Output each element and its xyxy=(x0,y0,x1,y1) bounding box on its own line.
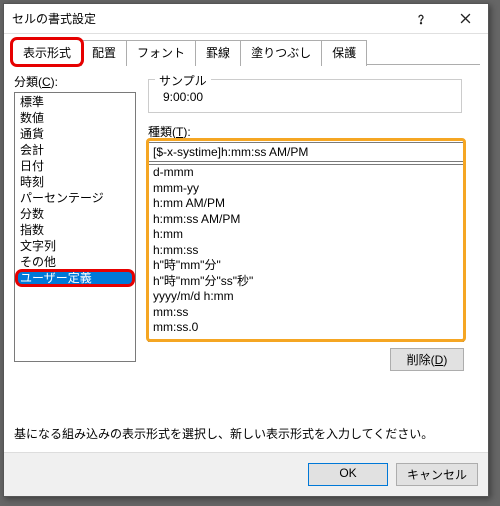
list-item[interactable]: h:mm AM/PM xyxy=(149,196,463,212)
format-cells-dialog: セルの書式設定 表示形式 配置 フォント 罫線 塗りつぶし 保護 分類(C): … xyxy=(3,3,489,497)
ok-button[interactable]: OK xyxy=(308,463,388,486)
list-item[interactable]: 数値 xyxy=(16,110,134,126)
list-item[interactable]: 分数 xyxy=(16,206,134,222)
sample-label: サンプル xyxy=(155,72,211,89)
list-item[interactable]: 時刻 xyxy=(16,174,134,190)
list-item[interactable]: パーセンテージ xyxy=(16,190,134,206)
tab-number-format[interactable]: 表示形式 xyxy=(12,39,82,65)
cancel-button[interactable]: キャンセル xyxy=(396,463,478,486)
delete-button[interactable]: 削除(D) xyxy=(390,348,464,371)
list-item[interactable]: mm:ss.0 xyxy=(149,320,463,336)
window-title: セルの書式設定 xyxy=(12,10,398,27)
format-listbox[interactable]: d-mmm mmm-yy h:mm AM/PM h:mm:ss AM/PM h:… xyxy=(148,164,464,342)
help-button[interactable] xyxy=(398,4,443,34)
list-item[interactable]: mmm-yy xyxy=(149,181,463,197)
tab-protection[interactable]: 保護 xyxy=(321,40,367,66)
list-item[interactable]: 日付 xyxy=(16,158,134,174)
tab-border[interactable]: 罫線 xyxy=(195,40,241,66)
list-item[interactable]: d-mmm xyxy=(149,165,463,181)
tab-fill[interactable]: 塗りつぶし xyxy=(240,40,322,66)
list-item[interactable]: その他 xyxy=(16,254,134,270)
titlebar: セルの書式設定 xyxy=(4,4,488,34)
list-item[interactable]: h"時"mm"分" xyxy=(149,258,463,274)
list-item[interactable]: 通貨 xyxy=(16,126,134,142)
list-item[interactable]: h"時"mm"分"ss"秒" xyxy=(149,274,463,290)
dialog-footer: OK キャンセル xyxy=(4,452,488,496)
tab-font[interactable]: フォント xyxy=(126,40,196,66)
tab-strip: 表示形式 配置 フォント 罫線 塗りつぶし 保護 xyxy=(4,34,488,64)
close-button[interactable] xyxy=(443,4,488,34)
hint-text: 基になる組み込みの表示形式を選択し、新しい表示形式を入力してください。 xyxy=(14,423,478,448)
list-item-custom[interactable]: ユーザー定義 xyxy=(16,270,134,286)
list-item[interactable]: h:mm:ss AM/PM xyxy=(149,212,463,228)
category-listbox[interactable]: 標準 数値 通貨 会計 日付 時刻 パーセンテージ 分数 指数 文字列 その他 … xyxy=(14,92,136,362)
list-item[interactable]: 標準 xyxy=(16,94,134,110)
list-item[interactable]: mm:ss xyxy=(149,305,463,321)
list-item[interactable]: h:mm:ss xyxy=(149,243,463,259)
sample-box: サンプル 9:00:00 xyxy=(148,79,462,113)
list-item[interactable]: 文字列 xyxy=(16,238,134,254)
list-item[interactable]: 指数 xyxy=(16,222,134,238)
type-input[interactable] xyxy=(148,142,464,162)
category-label: 分類(C): xyxy=(14,73,136,90)
tab-alignment[interactable]: 配置 xyxy=(81,40,127,66)
list-item[interactable]: yyyy/m/d h:mm xyxy=(149,289,463,305)
type-label: 種類(T): xyxy=(148,123,478,140)
list-item[interactable]: h:mm xyxy=(149,227,463,243)
list-item[interactable]: 会計 xyxy=(16,142,134,158)
